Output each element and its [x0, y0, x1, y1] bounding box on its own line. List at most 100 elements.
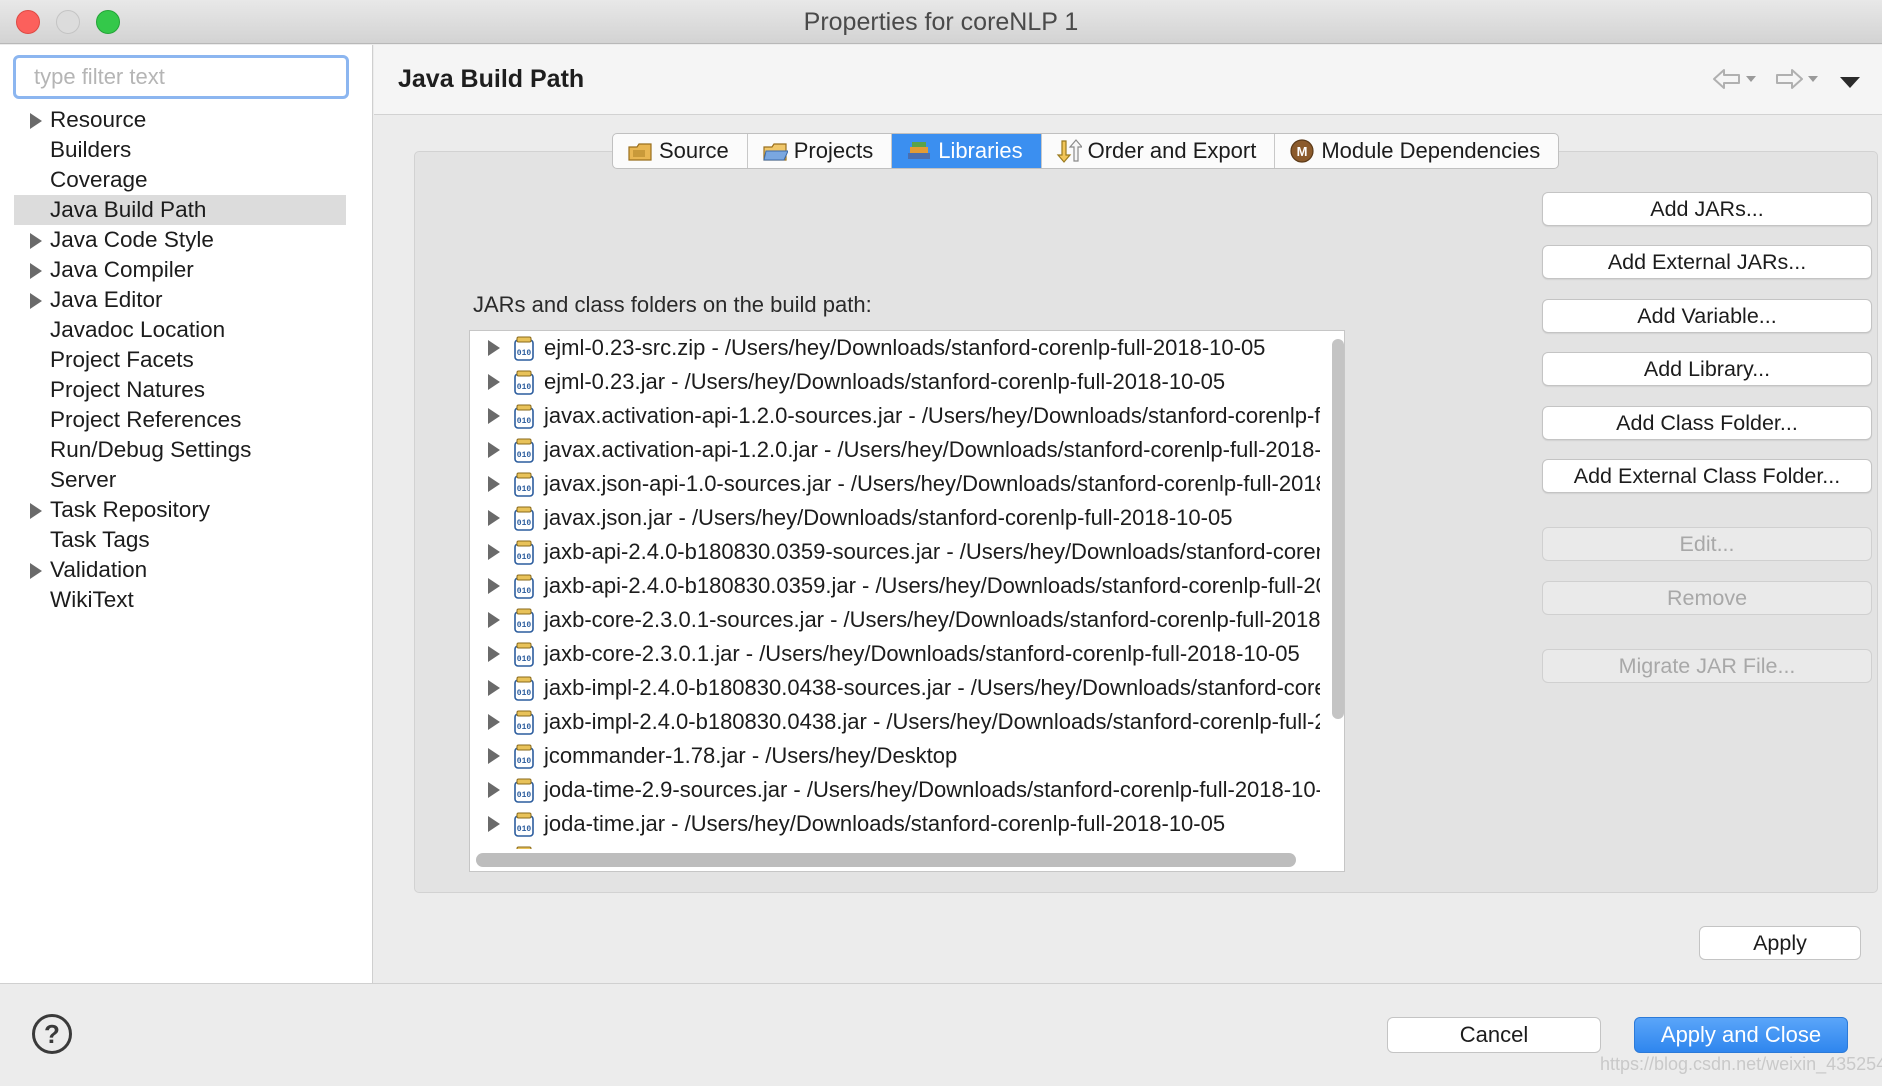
back-navigation[interactable]: [1712, 67, 1756, 91]
library-entry[interactable]: 010 joda-time.jar - /Users/hey/Downloads/…: [470, 807, 1320, 841]
expand-arrow-icon[interactable]: [30, 233, 42, 249]
sidebar-item-label: Builders: [50, 137, 132, 162]
expand-arrow-icon[interactable]: [30, 263, 42, 279]
horizontal-scrollbar[interactable]: [476, 853, 1296, 867]
jar-file-icon: 010: [514, 608, 534, 633]
sidebar-item-label: Java Code Style: [50, 227, 214, 252]
sidebar-item-java-build-path[interactable]: Java Build Path: [14, 195, 346, 225]
sidebar-item-resource[interactable]: Resource: [14, 105, 346, 135]
library-entry[interactable]: 010 jaxb-core-2.3.0.1-sources.jar - /User…: [470, 603, 1320, 637]
expand-arrow-icon[interactable]: [488, 340, 500, 356]
add-library-button[interactable]: Add Library...: [1542, 352, 1872, 386]
expand-arrow-icon[interactable]: [488, 680, 500, 696]
sidebar-item-wikitext[interactable]: WikiText: [14, 585, 346, 615]
svg-text:010: 010: [517, 451, 532, 460]
view-menu-icon[interactable]: [1840, 77, 1860, 88]
sidebar-item-task-repository[interactable]: Task Repository: [14, 495, 346, 525]
tab-label: Libraries: [938, 138, 1023, 163]
apply-button[interactable]: Apply: [1699, 926, 1861, 960]
library-entry[interactable]: 010 javax.json-api-1.0-sources.jar - /Use…: [470, 467, 1320, 501]
sidebar-item-project-references[interactable]: Project References: [14, 405, 346, 435]
migrate-jar-button[interactable]: Migrate JAR File...: [1542, 649, 1872, 683]
expand-arrow-icon[interactable]: [488, 476, 500, 492]
sidebar-item-java-compiler[interactable]: Java Compiler: [14, 255, 346, 285]
tab-module-dependencies[interactable]: M Module Dependencies: [1275, 134, 1558, 168]
libraries-label: JARs and class folders on the build path…: [473, 292, 872, 317]
sidebar-item-builders[interactable]: Builders: [14, 135, 346, 165]
library-entry[interactable]: 010 ejml-0.23.jar - /Users/hey/Downloads/…: [470, 365, 1320, 399]
svg-text:010: 010: [517, 825, 532, 834]
sidebar-item-label: Project References: [50, 407, 242, 432]
tab-order-and-export[interactable]: Order and Export: [1042, 134, 1276, 168]
sidebar-item-javadoc-location[interactable]: Javadoc Location: [14, 315, 346, 345]
library-entry[interactable]: 010 jaxb-impl-2.4.0-b180830.0438.jar - /U…: [470, 705, 1320, 739]
svg-text:010: 010: [517, 791, 532, 800]
tab-source[interactable]: Source: [613, 134, 748, 168]
sidebar-item-label: Validation: [50, 557, 148, 582]
expand-arrow-icon[interactable]: [30, 563, 42, 579]
sidebar-item-project-natures[interactable]: Project Natures: [14, 375, 346, 405]
jar-file-icon: 010: [514, 574, 534, 599]
add-class-folder-button[interactable]: Add Class Folder...: [1542, 406, 1872, 440]
library-entry-label: ejml-0.23-src.zip - /Users/hey/Downloads…: [544, 335, 1266, 360]
sidebar-item-run-debug-settings[interactable]: Run/Debug Settings: [14, 435, 346, 465]
add-external-class-folder-button[interactable]: Add External Class Folder...: [1542, 459, 1872, 493]
library-entry-label: jaxb-core-2.3.0.1-sources.jar - /Users/h…: [544, 607, 1320, 632]
library-entry[interactable]: 010 ejml-0.23-src.zip - /Users/hey/Downlo…: [470, 331, 1320, 365]
sidebar-item-java-editor[interactable]: Java Editor: [14, 285, 346, 315]
expand-arrow-icon[interactable]: [488, 578, 500, 594]
help-icon[interactable]: ?: [32, 1014, 72, 1054]
library-entry[interactable]: 010 jaxb-impl-2.4.0-b180830.0438-sources.…: [470, 671, 1320, 705]
expand-arrow-icon[interactable]: [488, 714, 500, 730]
library-entry[interactable]: 010 jcommander-1.78.jar - /Users/hey/Desk…: [470, 739, 1320, 773]
filter-input[interactable]: [13, 55, 349, 99]
expand-arrow-icon[interactable]: [488, 612, 500, 628]
sidebar-item-java-code-style[interactable]: Java Code Style: [14, 225, 346, 255]
expand-arrow-icon[interactable]: [488, 748, 500, 764]
add-external-jars-button[interactable]: Add External JARs...: [1542, 245, 1872, 279]
library-entry[interactable]: 010 javax.activation-api-1.2.0.jar - /Use…: [470, 433, 1320, 467]
expand-arrow-icon[interactable]: [488, 510, 500, 526]
library-entry[interactable]: 010 jaxb-api-2.4.0-b180830.0359.jar - /Us…: [470, 569, 1320, 603]
library-entry[interactable]: 010 jaxb-api-2.4.0-b180830.0359-sources.j…: [470, 535, 1320, 569]
expand-arrow-icon[interactable]: [488, 442, 500, 458]
sidebar-item-coverage[interactable]: Coverage: [14, 165, 346, 195]
expand-arrow-icon[interactable]: [488, 408, 500, 424]
library-entry[interactable]: 010 jaxb-core-2.3.0.1.jar - /Users/hey/Do…: [470, 637, 1320, 671]
title-bar: Properties for coreNLP 1: [0, 0, 1882, 44]
expand-arrow-icon[interactable]: [488, 374, 500, 390]
sidebar-item-task-tags[interactable]: Task Tags: [14, 525, 346, 555]
expand-arrow-icon[interactable]: [488, 544, 500, 560]
library-entry[interactable]: 010 javax.activation-api-1.2.0-sources.ja…: [470, 399, 1320, 433]
forward-navigation[interactable]: [1774, 67, 1818, 91]
page-title: Java Build Path: [398, 65, 585, 93]
sidebar: Resource Builders Coverage Java Build Path J…: [0, 45, 373, 983]
jar-file-icon: 010: [514, 812, 534, 837]
expand-arrow-icon[interactable]: [488, 646, 500, 662]
tab-libraries[interactable]: Libraries: [892, 134, 1042, 168]
expand-arrow-icon[interactable]: [488, 816, 500, 832]
expand-arrow-icon[interactable]: [30, 113, 42, 129]
sidebar-item-validation[interactable]: Validation: [14, 555, 346, 585]
libraries-tree[interactable]: 010 ejml-0.23-src.zip - /Users/hey/Downlo…: [469, 330, 1345, 872]
library-entry[interactable]: 010 javax.json.jar - /Users/hey/Downloads…: [470, 501, 1320, 535]
library-entry[interactable]: 010 joda-time-2.9-sources.jar - /Users/he…: [470, 773, 1320, 807]
edit-button[interactable]: Edit...: [1542, 527, 1872, 561]
apply-and-close-button[interactable]: Apply and Close: [1634, 1017, 1848, 1053]
sidebar-item-server[interactable]: Server: [14, 465, 346, 495]
library-entry-label: jaxb-impl-2.4.0-b180830.0438-sources.jar…: [544, 675, 1320, 700]
expand-arrow-icon[interactable]: [488, 782, 500, 798]
sidebar-item-project-facets[interactable]: Project Facets: [14, 345, 346, 375]
vertical-scrollbar[interactable]: [1332, 339, 1344, 719]
jar-file-icon: 010: [514, 540, 534, 565]
library-entry[interactable]: 010 jollyday-0.4.9-sources.jar - /Users/h…: [470, 841, 1320, 849]
remove-button[interactable]: Remove: [1542, 581, 1872, 615]
add-jars-button[interactable]: Add JARs...: [1542, 192, 1872, 226]
cancel-button[interactable]: Cancel: [1387, 1017, 1601, 1053]
jar-file-icon: 010: [514, 676, 534, 701]
expand-arrow-icon[interactable]: [30, 293, 42, 309]
add-variable-button[interactable]: Add Variable...: [1542, 299, 1872, 333]
tab-projects[interactable]: Projects: [748, 134, 893, 168]
expand-arrow-icon[interactable]: [30, 503, 42, 519]
library-entry-label: javax.json-api-1.0-sources.jar - /Users/…: [544, 471, 1320, 496]
